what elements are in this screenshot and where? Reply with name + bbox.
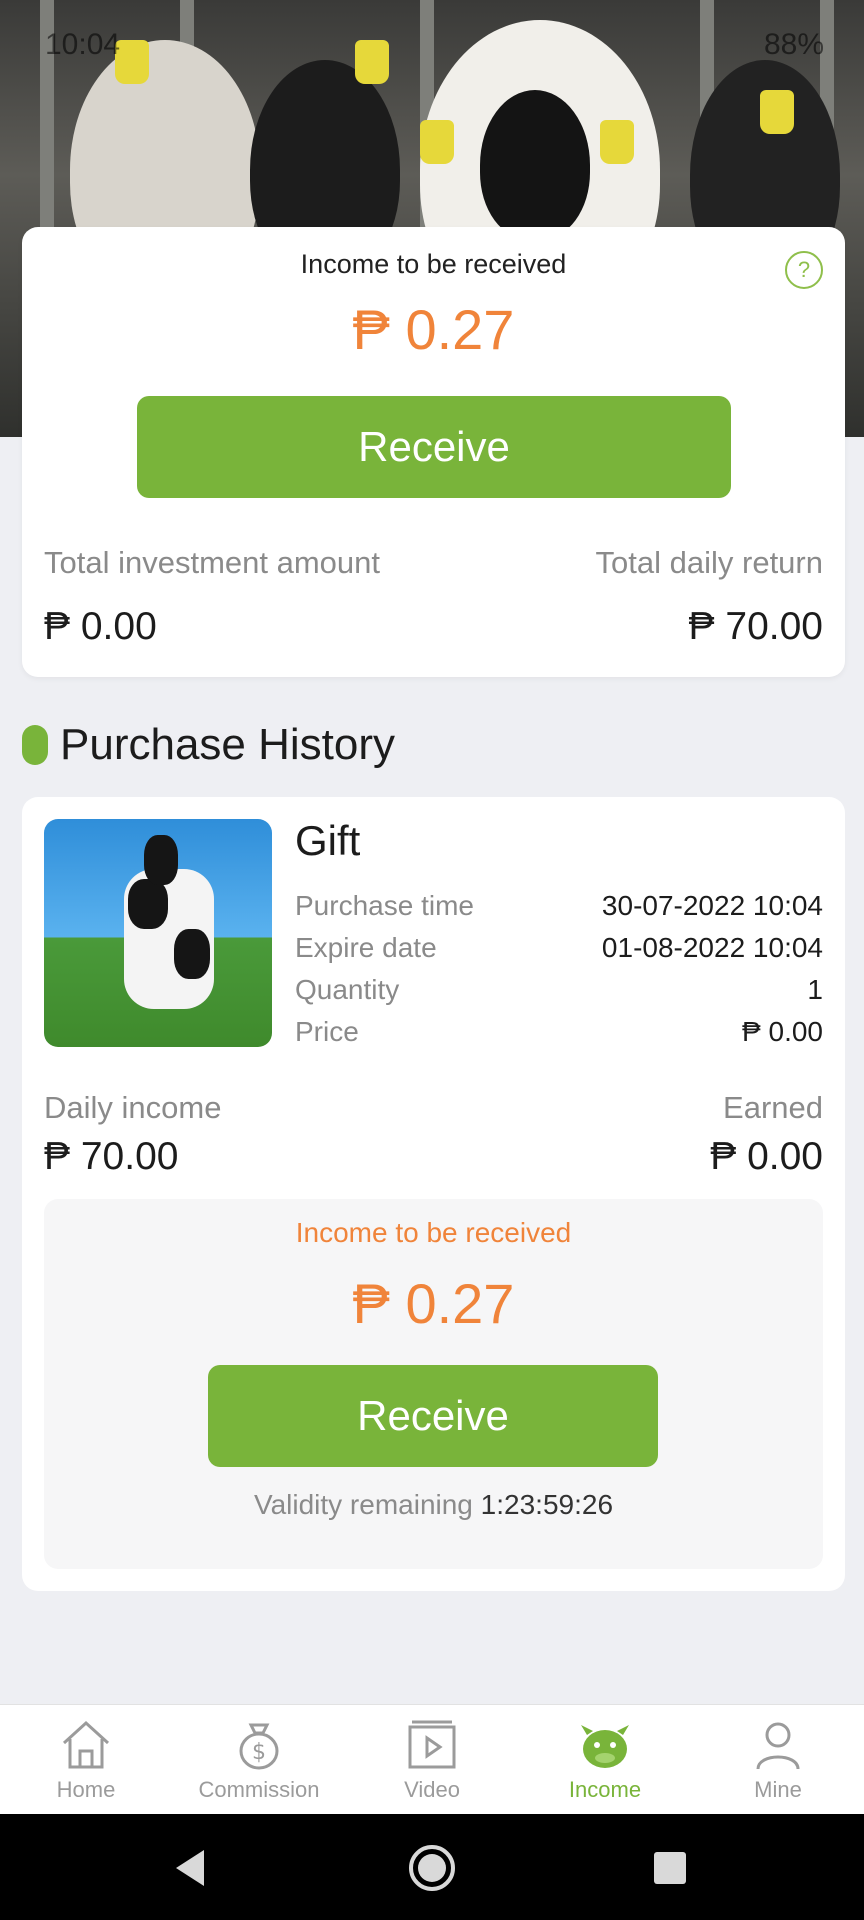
bottom-tab-bar: Home $ Commission Video Income Mine: [0, 1704, 864, 1815]
purchase-time-label: Purchase time: [295, 890, 474, 921]
tab-home[interactable]: Home: [0, 1705, 172, 1815]
total-investment-label: Total investment amount: [44, 545, 381, 580]
earned-label: Earned: [723, 1090, 823, 1125]
income-amount: ₱ 0.27: [352, 298, 515, 361]
earned-value: ₱ 0.00: [710, 1135, 823, 1178]
item-income-title: Income to be received: [295, 1217, 572, 1248]
tab-income-label: Income: [568, 1777, 642, 1802]
svg-text:$: $: [252, 1740, 266, 1765]
cow-icon: [581, 1725, 629, 1768]
validity-remaining: Validity remaining 1:23:59:26: [44, 1489, 823, 1521]
status-time: 10:04: [45, 28, 121, 61]
income-title: Income to be received: [300, 249, 567, 279]
price-value: ₱ 0.00: [742, 1016, 823, 1047]
total-daily-return-label: Total daily return: [595, 545, 823, 580]
home-circle-icon[interactable]: [408, 1844, 456, 1892]
price-label: Price: [295, 1016, 359, 1047]
quantity-label: Quantity: [295, 974, 400, 1005]
purchase-time-value: 30-07-2022 10:04: [601, 890, 823, 921]
home-icon: [62, 1720, 110, 1769]
purchase-card: Gift Purchase time 30-07-2022 10:04 Expi…: [22, 797, 845, 1591]
validity-label: Validity remaining: [253, 1489, 473, 1520]
total-daily-return-value: ₱ 70.00: [688, 605, 823, 648]
tab-mine-label: Mine: [754, 1777, 802, 1802]
tab-income[interactable]: Income: [519, 1705, 691, 1815]
expire-date-label: Expire date: [295, 932, 437, 963]
item-income-amount: ₱ 0.27: [352, 1272, 515, 1335]
tab-video-label: Video: [404, 1777, 460, 1802]
product-image: [44, 819, 272, 1047]
recents-icon[interactable]: [652, 1850, 688, 1886]
daily-income-label: Daily income: [44, 1090, 222, 1125]
tab-home-label: Home: [56, 1777, 116, 1802]
validity-value: 1:23:59:26: [480, 1489, 614, 1520]
video-icon: [408, 1720, 456, 1769]
status-bar: 10:04 88%: [0, 0, 864, 90]
battery-level: 88%: [763, 28, 824, 61]
expire-date-value: 01-08-2022 10:04: [601, 932, 823, 963]
system-nav-bar: [0, 1814, 864, 1920]
product-name: Gift: [295, 817, 361, 864]
tab-mine[interactable]: Mine: [692, 1705, 864, 1815]
back-icon[interactable]: [172, 1848, 208, 1888]
quantity-value: 1: [807, 974, 823, 1005]
receive-button[interactable]: Receive: [137, 396, 731, 498]
help-icon[interactable]: ?: [785, 251, 823, 289]
section-title: Purchase History: [60, 720, 396, 769]
item-receive-button[interactable]: Receive: [208, 1365, 658, 1467]
total-investment-value: ₱ 0.00: [44, 605, 157, 648]
item-income-box: Income to be received ₱ 0.27 Receive Val…: [44, 1199, 823, 1569]
tab-commission[interactable]: $ Commission: [173, 1705, 345, 1815]
daily-income-value: ₱ 70.00: [44, 1135, 179, 1178]
tab-commission-label: Commission: [198, 1777, 320, 1802]
tab-video[interactable]: Video: [346, 1705, 518, 1815]
section-marker: [22, 725, 48, 765]
money-bag-icon: $: [239, 1723, 279, 1770]
income-summary-card: Income to be received ? ₱ 0.27 Receive T…: [22, 227, 845, 677]
person-icon: [756, 1722, 800, 1770]
